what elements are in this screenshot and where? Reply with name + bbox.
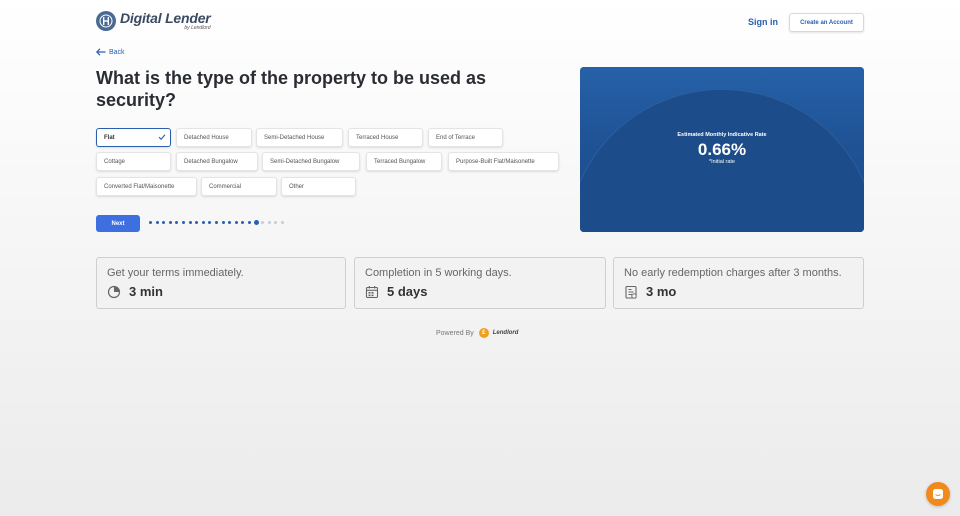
back-label: Back bbox=[109, 48, 125, 56]
progress-dot bbox=[241, 221, 245, 224]
back-link[interactable]: Back bbox=[96, 48, 125, 56]
option-label: Detached House bbox=[184, 134, 229, 141]
calendar-icon bbox=[365, 286, 379, 299]
option-converted-flat[interactable]: Converted Flat/Maisonette bbox=[96, 177, 197, 196]
option-label: Purpose-Built Flat/Maisonette bbox=[456, 158, 535, 165]
option-label: Cottage bbox=[104, 158, 126, 165]
progress-dot bbox=[261, 221, 265, 224]
progress-dot bbox=[253, 220, 259, 225]
brand-logo-mark-icon bbox=[96, 11, 116, 31]
progress-dot bbox=[221, 221, 225, 224]
option-detached-house[interactable]: Detached House bbox=[176, 128, 252, 147]
powered-by-label: Powered By bbox=[436, 329, 474, 337]
progress-dot bbox=[155, 221, 159, 224]
progress-dot bbox=[234, 221, 238, 224]
progress-dot bbox=[201, 221, 205, 224]
option-detached-bungalow[interactable]: Detached Bungalow bbox=[176, 152, 258, 171]
brand-subtitle: by Lendlord bbox=[184, 25, 211, 31]
brand-title: Digital Lender bbox=[120, 10, 211, 26]
card-value: 3 mo bbox=[646, 284, 677, 299]
rate-panel: Estimated Monthly Indicative Rate 0.66% … bbox=[580, 67, 864, 232]
option-label: Detached Bungalow bbox=[184, 158, 238, 165]
progress-dot bbox=[168, 221, 172, 224]
rate-label: Estimated Monthly Indicative Rate bbox=[677, 132, 767, 138]
card-title: Completion in 5 working days. bbox=[365, 267, 512, 279]
sign-in-link[interactable]: Sign in bbox=[748, 17, 778, 27]
card-title: Get your terms immediately. bbox=[107, 267, 244, 279]
progress-dot bbox=[267, 221, 271, 224]
option-other[interactable]: Other bbox=[281, 177, 356, 196]
progress-dot bbox=[162, 221, 166, 224]
info-card-redemption: No early redemption charges after 3 mont… bbox=[613, 257, 864, 309]
progress-dot bbox=[215, 221, 218, 224]
progress-dot bbox=[182, 221, 185, 224]
lendlord-logo-icon: £ bbox=[478, 328, 489, 338]
option-commercial[interactable]: Commercial bbox=[201, 177, 277, 196]
progress-dot bbox=[149, 221, 152, 224]
option-label: Flat bbox=[104, 134, 115, 141]
option-label: Other bbox=[289, 183, 305, 190]
option-end-of-terrace[interactable]: End of Terrace bbox=[428, 128, 503, 147]
clock-icon bbox=[107, 285, 121, 299]
rate-value: 0.66% bbox=[697, 140, 747, 159]
card-value: 3 min bbox=[129, 284, 163, 299]
arrow-left-icon bbox=[96, 48, 106, 56]
option-semi-detached-house[interactable]: Semi-Detached House bbox=[256, 128, 343, 147]
card-value: 5 days bbox=[387, 284, 428, 299]
progress-dot bbox=[248, 221, 251, 224]
powered-by: Powered By £ Lendlord bbox=[436, 328, 518, 338]
chat-icon bbox=[933, 489, 943, 499]
chat-launcher-button[interactable] bbox=[926, 482, 950, 506]
info-card-terms: Get your terms immediately. 3 min bbox=[96, 257, 346, 309]
option-terraced-house[interactable]: Terraced House bbox=[348, 128, 423, 147]
progress-dot bbox=[195, 221, 199, 224]
rate-note: *Initial rate bbox=[709, 159, 735, 165]
option-label: End of Terrace bbox=[436, 134, 475, 141]
check-icon bbox=[158, 134, 166, 140]
option-purpose-built-flat[interactable]: Purpose-Built Flat/Maisonette bbox=[448, 152, 559, 171]
progress-dot bbox=[274, 221, 278, 224]
progress-dot bbox=[188, 221, 192, 224]
option-terraced-bungalow[interactable]: Terraced Bungalow bbox=[366, 152, 442, 171]
option-label: Terraced House bbox=[356, 134, 399, 141]
option-label: Commercial bbox=[209, 183, 242, 190]
question-heading: What is the type of the property to be u… bbox=[96, 68, 487, 110]
card-title: No early redemption charges after 3 mont… bbox=[624, 267, 842, 279]
option-label: Converted Flat/Maisonette bbox=[104, 183, 175, 190]
option-semi-detached-bungalow[interactable]: Semi-Detached Bungalow bbox=[262, 152, 360, 171]
powered-by-brand: Lendlord bbox=[492, 330, 519, 336]
progress-dot bbox=[281, 221, 284, 224]
option-label: Semi-Detached House bbox=[264, 134, 325, 141]
info-card-completion: Completion in 5 working days. 5 days bbox=[354, 257, 606, 309]
next-button[interactable]: Next bbox=[96, 215, 140, 232]
option-label: Semi-Detached Bungalow bbox=[270, 158, 340, 165]
document-icon bbox=[625, 285, 637, 299]
create-account-button[interactable]: Create an Account bbox=[789, 13, 864, 32]
option-cottage[interactable]: Cottage bbox=[96, 152, 171, 171]
progress-dot bbox=[228, 221, 232, 224]
option-flat[interactable]: Flat bbox=[96, 128, 171, 147]
option-label: Terraced Bungalow bbox=[374, 158, 426, 165]
progress-dot bbox=[175, 221, 179, 224]
progress-dot bbox=[208, 221, 212, 224]
brand-logo[interactable]: Digital Lender by Lendlord bbox=[96, 11, 211, 31]
